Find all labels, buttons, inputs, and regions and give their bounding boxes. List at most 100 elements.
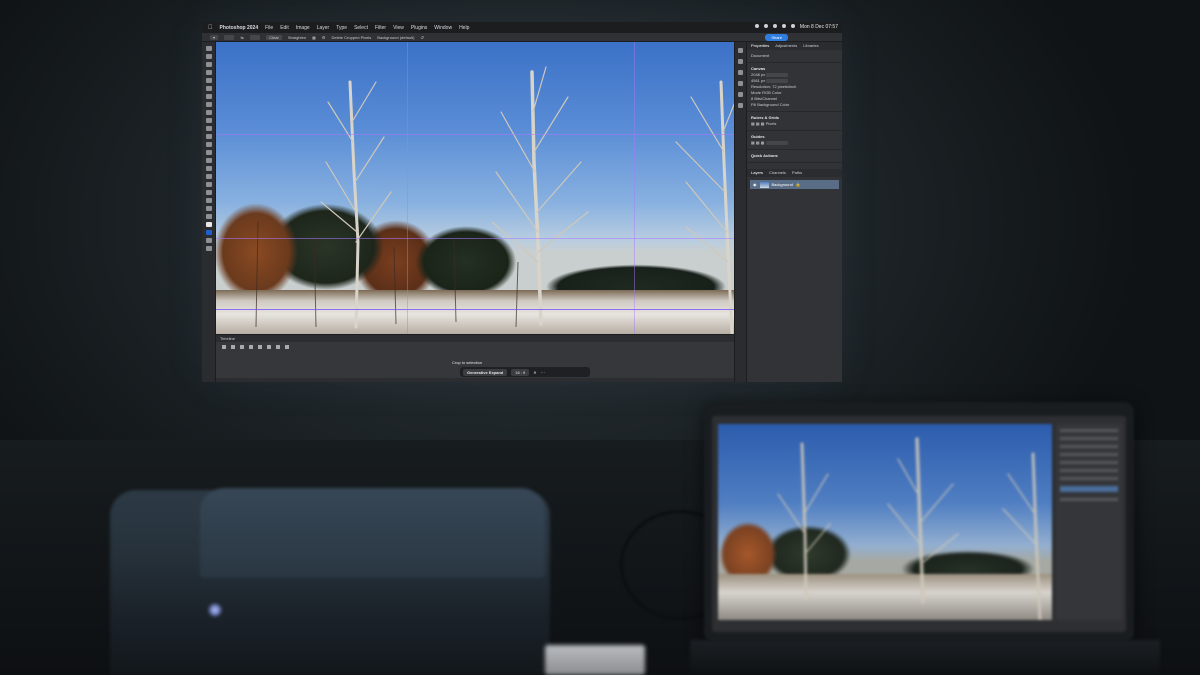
document-canvas[interactable]: [216, 42, 746, 334]
guide-vertical-right[interactable]: [634, 42, 635, 334]
creative-cloud-icon[interactable]: [754, 24, 759, 28]
settings-icon[interactable]: [267, 345, 271, 349]
crop-tool-icon[interactable]: [205, 78, 212, 83]
share-button[interactable]: Share: [765, 34, 788, 41]
app-name[interactable]: Photoshop 2024: [220, 25, 259, 31]
frame-tool-icon[interactable]: [205, 86, 212, 91]
search-icon[interactable]: [781, 24, 786, 28]
next-frame-icon[interactable]: [249, 345, 253, 349]
history-panel-icon[interactable]: [738, 48, 743, 53]
control-center-icon[interactable]: [790, 24, 795, 28]
tab-layers[interactable]: Layers: [751, 169, 763, 177]
ruler-unit-select[interactable]: Pixels: [766, 121, 777, 126]
generative-expand-button[interactable]: Generative Expand: [463, 368, 508, 376]
fill-select[interactable]: Background (default): [377, 35, 414, 40]
transition-icon[interactable]: [285, 345, 289, 349]
audio-icon[interactable]: [258, 345, 262, 349]
menu-edit[interactable]: Edit: [280, 25, 289, 31]
eyedropper-tool-icon[interactable]: [205, 94, 212, 99]
wifi-icon[interactable]: [763, 24, 768, 28]
more-options-icon[interactable]: ⋯: [541, 370, 545, 375]
tab-libraries[interactable]: Libraries: [803, 42, 818, 50]
x-field[interactable]: [766, 72, 789, 77]
tab-channels[interactable]: Channels: [769, 169, 786, 177]
guide-vertical-left[interactable]: [407, 42, 408, 334]
eraser-tool-icon[interactable]: [205, 134, 212, 139]
more-tools-icon[interactable]: [205, 214, 212, 219]
screen-mode-icon[interactable]: [205, 246, 212, 251]
shape-tool-icon[interactable]: [205, 190, 212, 195]
swatches-panel-icon[interactable]: [738, 70, 743, 75]
pen-tool-icon[interactable]: [205, 166, 212, 171]
tab-properties[interactable]: Properties: [751, 42, 769, 50]
menu-file[interactable]: File: [265, 25, 273, 31]
guide-horizontal-top[interactable]: [216, 134, 746, 135]
hand-tool-icon[interactable]: [205, 198, 212, 203]
menu-type[interactable]: Type: [336, 25, 347, 31]
straighten-button[interactable]: Straighten: [288, 35, 306, 40]
move-tool-icon[interactable]: [205, 46, 212, 51]
crop-ratio-select[interactable]: ▾: [210, 34, 219, 40]
object-select-tool-icon[interactable]: [205, 70, 212, 75]
path-select-icon[interactable]: [205, 182, 212, 187]
aspect-ratio-select[interactable]: 16 : 9: [511, 368, 530, 376]
quick-actions-header[interactable]: Quick Actions: [751, 153, 838, 159]
menu-layer[interactable]: Layer: [317, 25, 330, 31]
marquee-tool-icon[interactable]: [205, 54, 212, 59]
width-value[interactable]: 2048 px: [751, 72, 765, 77]
brush-tool-icon[interactable]: [205, 110, 212, 115]
clear-button[interactable]: Clear: [266, 34, 282, 40]
paragraph-panel-icon[interactable]: [738, 92, 743, 97]
menu-filter[interactable]: Filter: [375, 25, 386, 31]
tab-paths[interactable]: Paths: [792, 169, 802, 177]
guide-color-field[interactable]: [765, 140, 788, 145]
tab-adjustments[interactable]: Adjustments: [775, 42, 797, 50]
battery-icon[interactable]: [772, 24, 777, 28]
clone-stamp-icon[interactable]: [205, 118, 212, 123]
history-brush-icon[interactable]: [205, 126, 212, 131]
reset-icon[interactable]: ↺: [420, 35, 423, 40]
menu-image[interactable]: Image: [296, 25, 310, 31]
guide-horizontal-middle[interactable]: [216, 238, 746, 239]
swap-icon[interactable]: ⇆: [240, 35, 243, 40]
guide-icons[interactable]: ▦ ▦ ▦: [751, 140, 765, 145]
menu-view[interactable]: View: [393, 25, 404, 31]
visibility-eye-icon[interactable]: ◉: [753, 182, 757, 187]
bit-depth-select[interactable]: 8 Bits/Channel: [751, 96, 777, 101]
healing-brush-icon[interactable]: [205, 102, 212, 107]
crop-height-field[interactable]: [249, 34, 261, 40]
color-panel-icon[interactable]: [738, 59, 743, 64]
zoom-tool-icon[interactable]: [205, 206, 212, 211]
apple-icon[interactable]: : [208, 25, 213, 31]
background-color-swatch[interactable]: [205, 230, 212, 235]
split-icon[interactable]: [276, 345, 280, 349]
crop-width-field[interactable]: [224, 34, 235, 40]
layer-row-background[interactable]: ◉ Background 🔒: [750, 180, 839, 189]
menu-help[interactable]: Help: [459, 25, 469, 31]
delete-cropped-checkbox[interactable]: Delete Cropped Pixels: [331, 35, 371, 40]
first-frame-icon[interactable]: [222, 345, 226, 349]
crop-to-selection-label[interactable]: Crop to selection: [452, 360, 482, 365]
play-icon[interactable]: [240, 345, 244, 349]
foreground-color-swatch[interactable]: [205, 222, 212, 227]
settings-gear-icon[interactable]: ⚙: [322, 35, 326, 40]
grid-icon[interactable]: ▦ ▦ ▦: [751, 121, 765, 126]
layer-name[interactable]: Background: [772, 182, 793, 187]
close-crop-icon[interactable]: ✕: [533, 370, 536, 375]
blur-tool-icon[interactable]: [205, 150, 212, 155]
character-panel-icon[interactable]: [738, 103, 743, 108]
type-tool-icon[interactable]: [205, 174, 212, 179]
fill-select[interactable]: Background Color: [757, 102, 789, 107]
lasso-tool-icon[interactable]: [205, 62, 212, 67]
height-value[interactable]: 4561 px: [751, 78, 765, 83]
guide-horizontal-bottom[interactable]: [216, 309, 746, 310]
grid-overlay-icon[interactable]: ▦: [312, 35, 316, 40]
brush-panel-icon[interactable]: [738, 81, 743, 86]
y-field[interactable]: [766, 78, 789, 83]
menu-select[interactable]: Select: [354, 25, 368, 31]
mode-select[interactable]: RGB Color: [762, 90, 781, 95]
prev-frame-icon[interactable]: [231, 345, 235, 349]
quick-mask-icon[interactable]: [205, 238, 212, 243]
menu-plugins[interactable]: Plugins: [411, 25, 427, 31]
gradient-tool-icon[interactable]: [205, 142, 212, 147]
